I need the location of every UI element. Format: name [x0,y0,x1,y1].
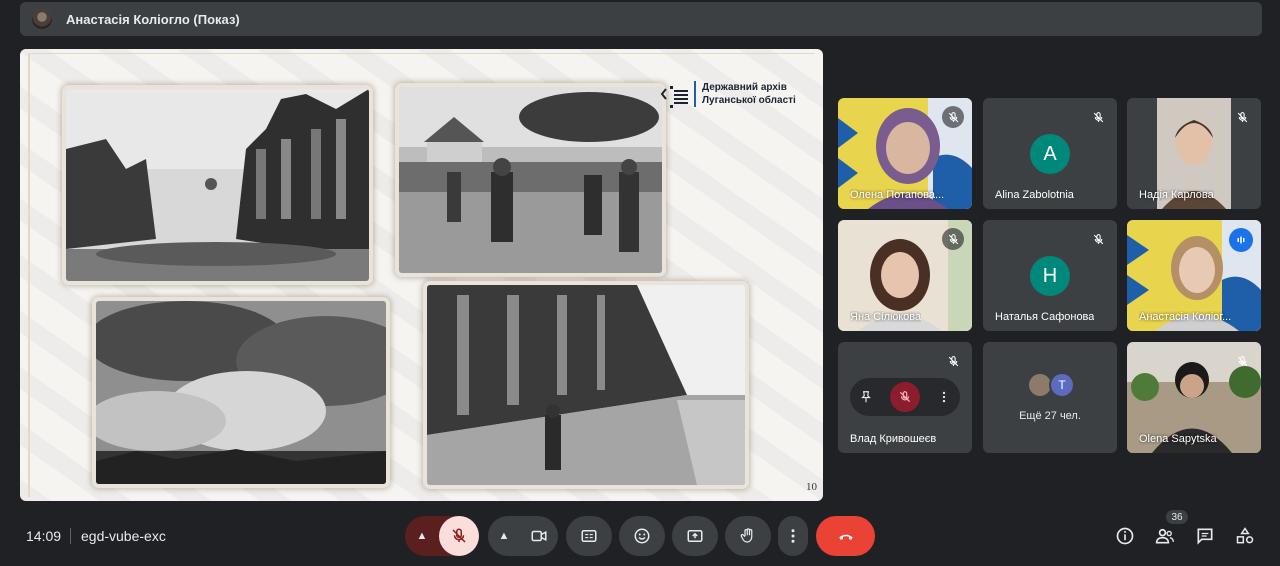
emoji-icon [634,528,650,544]
more-participants-label: Ещё 27 чел. [1019,410,1081,422]
participant-name: Анастасія Коліог... [1139,311,1232,323]
burning-city-photo [96,301,386,484]
more-options-button[interactable] [778,516,808,556]
ruined-buildings-photo [66,89,369,281]
mic-off-icon [948,355,958,366]
camera-control-group: ▲ [488,516,558,556]
participant-avatar: A [1030,134,1070,174]
mic-off-indicator [1087,106,1109,128]
slide-page-number: 10 [806,481,817,493]
camera-toggle-button[interactable] [520,527,558,545]
activities-button[interactable] [1233,524,1257,548]
archive-logo-line1: Державний архів [702,82,787,93]
tile-hover-controls [850,378,960,416]
video-options-chevron-icon[interactable]: ▲ [488,530,520,542]
soldiers-marching-photo [399,87,662,273]
archive-logo: Державний архів Луганської області [660,81,796,111]
people-icon [1155,528,1174,544]
participant-tile-natalia-safonova[interactable]: H Наталья Сафонова [983,220,1117,331]
microphone-toggle-button[interactable] [439,516,479,556]
more-vert-icon [791,529,795,543]
clock-divider [70,528,71,544]
meeting-code: egd-vube-exc [81,528,166,544]
mic-off-icon [452,528,466,543]
present-screen-button[interactable] [672,516,718,556]
mic-off-icon [1237,355,1247,366]
audio-options-chevron-icon[interactable]: ▲ [405,530,439,542]
camera-icon [531,530,547,542]
shared-presentation-slide: Державний архів Луганської області 10 [20,49,823,501]
archive-logo-line2: Луганської області [702,95,796,106]
participant-name: Влад Кривошеєв [850,433,937,445]
chat-icon [1197,528,1213,545]
chat-button[interactable] [1193,524,1217,548]
meeting-details-button[interactable] [1113,524,1137,548]
activities-shapes-icon [1236,527,1254,544]
destroyed-street-photo [427,285,745,485]
presenter-avatar [32,9,52,29]
participant-tile-yana-siliukova[interactable]: Яна Сілюкова [838,220,972,331]
archive-logo-icon [660,86,688,108]
mute-participant-button[interactable] [889,382,920,412]
more-participants-tile[interactable]: T Ещё 27 чел. [983,342,1117,453]
presenter-bar: Анастасія Коліогло (Показ) [20,2,1262,36]
more-options-icon[interactable] [937,390,951,404]
more-participants-avatars: T [1027,372,1075,398]
mic-off-indicator [1231,106,1253,128]
mic-off-indicator [1231,350,1253,372]
mic-off-icon [1237,111,1247,122]
raise-hand-button[interactable] [725,516,771,556]
participant-name: Надія Карлова [1139,189,1214,201]
participant-count-badge: 36 [1166,510,1188,524]
mic-off-icon [948,111,958,122]
mic-off-indicator [1087,228,1109,250]
microphone-control-group: ▲ [405,516,479,556]
participant-name: Олена Потапова... [850,189,945,201]
slide-top-border [28,53,815,54]
speaking-indicator [1229,228,1253,252]
mic-off-indicator [942,350,964,372]
raise-hand-icon [740,528,753,543]
mic-off-icon [948,233,958,244]
archive-logo-text: Державний архів Луганської області [694,81,796,107]
end-call-icon [838,534,853,540]
audio-level-icon [1237,236,1245,244]
slide-left-border [28,53,30,497]
closed-captions-icon [581,530,597,542]
mic-off-indicator [942,106,964,128]
participant-tile-olena-sapytska[interactable]: Olena Sapytska [1127,342,1261,453]
captions-button[interactable] [566,516,612,556]
participant-name: Alina Zabolotnia [995,189,1074,201]
present-screen-icon [687,530,703,542]
mic-off-icon [1093,233,1103,244]
meeting-clock: 14:09 [26,528,62,544]
mic-off-icon [1093,111,1103,122]
info-icon [1116,527,1134,545]
participant-name: Яна Сілюкова [850,311,922,323]
participant-tile-olena-potapova[interactable]: Олена Потапова... [838,98,972,209]
participant-name: Наталья Сафонова [995,311,1095,323]
participant-tile-anastasiia-koliohlo[interactable]: Анастасія Коліог... [1127,220,1261,331]
mic-off-indicator [942,228,964,250]
pin-icon[interactable] [859,390,873,404]
participant-avatar: H [1030,256,1070,296]
participant-tile-vlad-kryvosheiev[interactable]: Влад Кривошеєв [838,342,972,453]
meeting-control-bar: 14:09 egd-vube-exc ▲ ▲ 36 [0,510,1280,566]
leave-call-button[interactable] [816,516,875,556]
participant-initial-avatar: T [1049,372,1075,398]
reactions-button[interactable] [619,516,665,556]
participant-tile-alina-zabolotnia[interactable]: A Alina Zabolotnia [983,98,1117,209]
participant-tile-nadiia-karlova[interactable]: Надія Карлова [1127,98,1261,209]
presenter-title: Анастасія Коліогло (Показ) [66,11,240,27]
participant-name: Olena Sapytska [1139,433,1217,445]
people-button[interactable] [1153,524,1177,548]
mic-off-icon [899,391,911,403]
